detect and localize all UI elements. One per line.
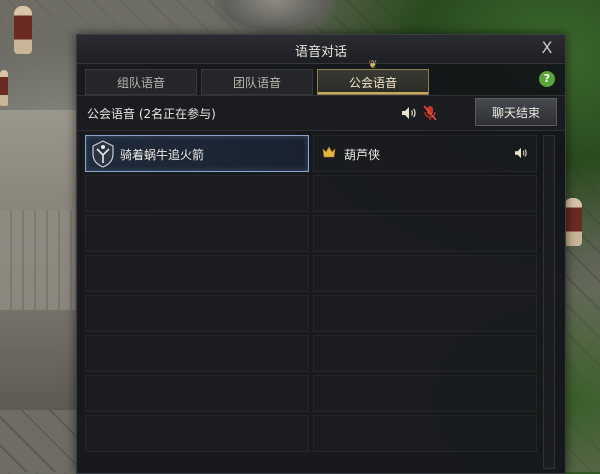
help-button[interactable]: ? — [539, 71, 555, 87]
empty-slot — [85, 175, 309, 212]
channel-header: 公会语音 (2名正在参与) 聊天结束 — [77, 95, 565, 131]
crown-icon — [322, 146, 336, 158]
empty-slot — [313, 335, 537, 372]
empty-slot — [313, 415, 537, 452]
tab-raid-voice[interactable]: 团队语音 — [201, 69, 313, 95]
empty-slot — [85, 415, 309, 452]
empty-slot — [85, 255, 309, 292]
voice-chat-dialog: 语音对话 X 组队语音 团队语音 ❦ 公会语音 ? 公会语音 (2名正在参与) … — [76, 34, 566, 474]
tab-party-voice[interactable]: 组队语音 — [85, 69, 197, 95]
channel-participants-label: 公会语音 (2名正在参与) — [87, 107, 216, 121]
dialog-titlebar: 语音对话 X — [77, 35, 565, 64]
empty-slot — [85, 215, 309, 252]
close-button[interactable]: X — [537, 38, 557, 58]
empty-slot — [313, 255, 537, 292]
background-character — [0, 70, 8, 106]
empty-slot — [85, 375, 309, 412]
dialog-title: 语音对话 — [294, 45, 347, 60]
mic-muted-icon[interactable] — [423, 105, 437, 121]
speaker-icon[interactable] — [401, 106, 417, 120]
member-slot[interactable]: 骑着蜗牛追火箭 — [85, 135, 309, 172]
empty-slot — [313, 175, 537, 212]
member-name: 葫芦侠 — [344, 148, 381, 162]
empty-slot — [313, 215, 537, 252]
member-name: 骑着蜗牛追火箭 — [120, 148, 205, 162]
end-chat-button[interactable]: 聊天结束 — [475, 98, 557, 126]
empty-slot — [313, 375, 537, 412]
member-list-scrollbar[interactable] — [543, 135, 555, 469]
tab-ornament-icon: ❦ — [368, 58, 378, 71]
background-statue-base — [0, 210, 80, 310]
empty-slot — [313, 295, 537, 332]
background-rock — [215, 0, 335, 34]
tab-bar: 组队语音 团队语音 ❦ 公会语音 — [85, 59, 537, 95]
background-character — [564, 198, 582, 246]
empty-slot — [85, 335, 309, 372]
background-character — [14, 6, 32, 54]
guild-emblem-icon — [92, 140, 114, 168]
speaker-icon — [515, 147, 527, 159]
empty-slot — [85, 295, 309, 332]
member-grid: 骑着蜗牛追火箭 葫芦侠 — [85, 135, 537, 469]
tab-guild-voice[interactable]: 公会语音 — [317, 69, 429, 95]
member-slot[interactable]: 葫芦侠 — [313, 135, 537, 172]
